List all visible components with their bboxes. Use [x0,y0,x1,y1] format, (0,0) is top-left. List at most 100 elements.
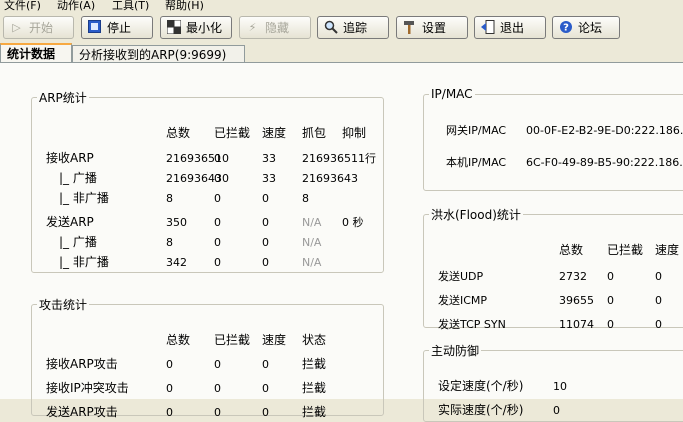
arp-row-capture: 8 [302,192,309,205]
attack-row-label: 接收IP冲突攻击 [46,381,129,395]
attack-row-blocked: 0 [214,358,221,371]
ipmac-title: IP/MAC [431,87,473,101]
arp-row-speed: 0 [262,192,269,205]
arp-row-speed: 0 [262,236,269,249]
gateway-ipmac-label: 网关IP/MAC [446,124,507,137]
flood-row-label: 发送ICMP [438,294,488,307]
attack-header-status: 状态 [302,333,327,347]
flood-stats-title: 洪水(Flood)统计 [431,208,521,222]
arp-row-capture: 216936511行 [302,152,376,165]
magnifier-icon [323,20,338,35]
toolbar: ▷ 开始 停止 最小化 ⚡ 隐藏 追踪 设置 退出 ? 论坛 [0,13,683,43]
statistics-panel: ARP统计 总数 已拦截 速度 抓包 抑制 接收ARP 216936510 0 … [0,62,683,422]
ipmac-group: IP/MAC 网关IP/MAC 00-0F-E2-B2-9E-D0:222.18… [423,87,683,191]
arp-row-capture: N/A [302,216,322,229]
arp-header-speed: 速度 [262,126,287,140]
attack-row-status: 拦截 [302,357,327,371]
flood-row-total: 2732 [559,270,587,283]
arp-row-label: 发送ARP [46,215,94,229]
menu-tools[interactable]: 工具(T) [112,0,149,11]
local-ipmac-label: 本机IP/MAC [446,156,507,169]
menu-file[interactable]: 文件(F) [4,0,41,11]
attack-row-total: 0 [166,406,173,419]
attack-row-label: 接收ARP攻击 [46,357,118,371]
flood-row-blocked: 0 [607,294,614,307]
trace-button[interactable]: 追踪 [317,16,389,39]
menu-help[interactable]: 帮助(H) [165,0,204,11]
flood-row-speed: 0 [655,318,662,331]
flood-row-total: 11074 [559,318,594,331]
arp-row-speed: 33 [262,152,276,165]
flood-header-speed: 速度 [655,243,680,257]
flood-header-total: 总数 [559,243,584,257]
arp-row-label: |_ 非广播 [59,191,109,205]
attack-header-blocked: 已拦截 [214,333,251,347]
gateway-ipmac-value: 00-0F-E2-B2-9E-D0:222.186. [526,124,683,137]
arp-row-label: |_ 非广播 [59,255,109,269]
stop-button[interactable]: 停止 [81,16,153,39]
arp-header-suppress: 抑制 [342,126,367,140]
stop-label: 停止 [107,21,132,35]
svg-text:?: ? [563,23,569,34]
set-speed-value: 10 [553,380,567,393]
arp-row-total: 8 [166,236,173,249]
trace-label: 追踪 [343,21,368,35]
tab-analyze-arp[interactable]: 分析接收到的ARP(9:9699) [72,45,245,63]
flood-header-blocked: 已拦截 [607,243,644,257]
arp-row-blocked: 0 [214,172,221,185]
attack-header-total: 总数 [166,333,191,347]
menu-action[interactable]: 动作(A) [57,0,95,11]
attack-row-speed: 0 [262,382,269,395]
actual-speed-label: 实际速度(个/秒) [438,403,524,417]
attack-header-speed: 速度 [262,333,287,347]
attack-row-speed: 0 [262,406,269,419]
flood-row-total: 39655 [559,294,594,307]
arp-header-total: 总数 [166,126,191,140]
attack-row-blocked: 0 [214,382,221,395]
flood-row-blocked: 0 [607,318,614,331]
actual-speed-value: 0 [553,404,560,417]
arp-row-blocked: 0 [214,152,221,165]
flood-row-blocked: 0 [607,270,614,283]
menu-bar: 文件(F) 动作(A) 工具(T) 帮助(H) [0,0,683,12]
hide-button[interactable]: ⚡ 隐藏 [239,16,311,39]
local-ipmac-value: 6C-F0-49-89-B5-90:222.186. [526,156,683,169]
arp-row-label: 接收ARP [46,151,94,165]
exit-button[interactable]: 退出 [474,16,546,39]
attack-row-status: 拦截 [302,381,327,395]
active-defense-group: 主动防御 设定速度(个/秒) 10 实际速度(个/秒) 0 [423,342,683,422]
minimize-button[interactable]: 最小化 [160,16,232,39]
arp-row-speed: 0 [262,216,269,229]
attack-stats-group: 攻击统计 总数 已拦截 速度 状态 接收ARP攻击 0 0 0 拦截 接收IP冲… [31,296,384,419]
set-speed-label: 设定速度(个/秒) [438,379,524,393]
settings-button[interactable]: 设置 [396,16,468,39]
arp-header-capture: 抓包 [302,126,327,140]
stop-icon [87,20,102,35]
arp-stats-group: ARP统计 总数 已拦截 速度 抓包 抑制 接收ARP 216936510 0 … [31,89,384,273]
arp-row-total: 342 [166,256,187,269]
arp-row-blocked: 0 [214,256,221,269]
tab-statistics[interactable]: 统计数据 [0,43,72,64]
active-defense-title: 主动防御 [431,344,480,358]
arp-row-label: |_ 广播 [59,235,97,249]
help-icon: ? [558,20,573,35]
arp-row-capture: N/A [302,236,322,249]
attack-row-total: 0 [166,358,173,371]
arp-header-blocked: 已拦截 [214,126,251,140]
tab-bar: 分析接收到的ARP(9:9699) 统计数据 [0,43,683,64]
arp-row-capture: N/A [302,256,322,269]
hide-label: 隐藏 [265,21,290,35]
attack-row-status: 拦截 [302,405,327,419]
arp-suppress-value: 0 秒 [342,216,364,229]
arp-row-blocked: 0 [214,216,221,229]
flood-row-label: 发送UDP [438,270,484,283]
forum-label: 论坛 [578,21,603,35]
attack-row-blocked: 0 [214,406,221,419]
forum-button[interactable]: ? 论坛 [552,16,620,39]
start-button[interactable]: ▷ 开始 [3,16,74,39]
arp-row-total: 8 [166,192,173,205]
play-icon: ▷ [12,21,21,34]
minimize-icon [166,19,181,35]
flood-row-speed: 0 [655,270,662,283]
arp-row-capture: 21693643 [302,172,358,185]
